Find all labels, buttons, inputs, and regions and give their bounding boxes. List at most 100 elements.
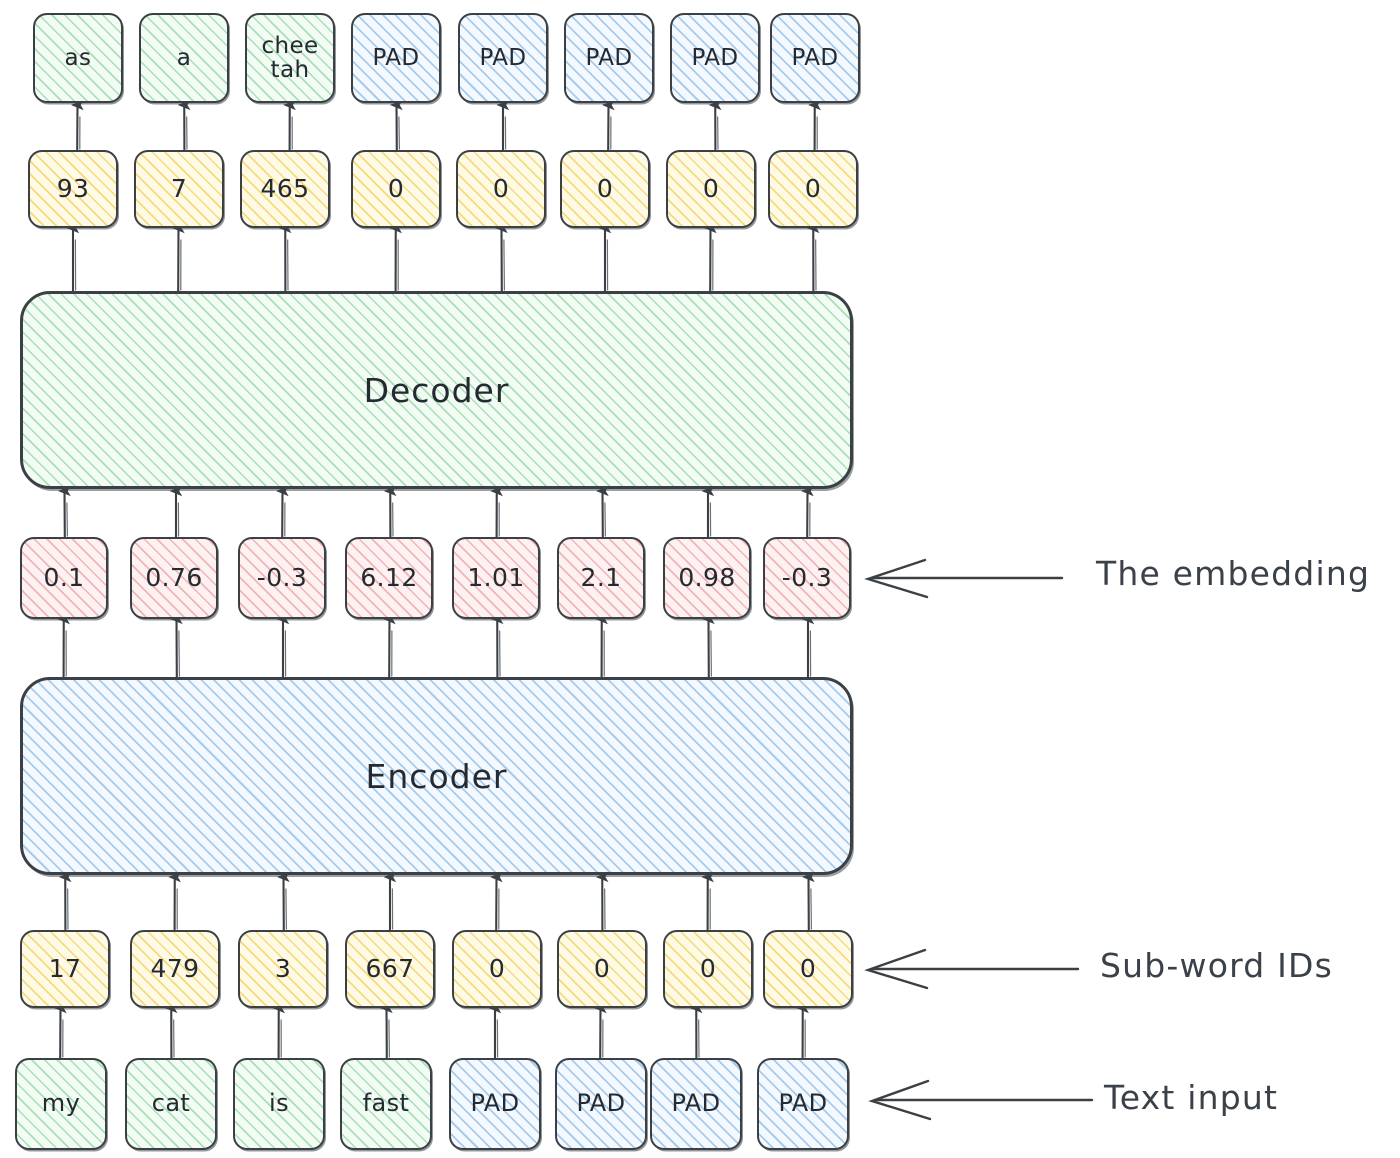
input-id-box[interactable]: 3 <box>238 930 328 1008</box>
flow-arrow-sketch-stroke <box>285 888 287 930</box>
output-id-label: 465 <box>260 173 310 203</box>
text-input-label: cat <box>151 1089 191 1118</box>
input-id-label: 0 <box>593 953 611 983</box>
embedding-value: 1.01 <box>467 562 525 592</box>
embedding-box[interactable]: 1.01 <box>452 537 540 619</box>
text-input-label: PAD <box>778 1089 828 1118</box>
output-id-label: 0 <box>492 173 510 203</box>
embedding-box[interactable]: 0.76 <box>130 537 218 619</box>
embedding-value: -0.3 <box>781 562 833 592</box>
annotation-label-embedding: The embedding <box>1096 554 1371 593</box>
embedding-value: -0.3 <box>256 562 308 592</box>
output-token-label: PAD <box>479 44 527 71</box>
output-token-box[interactable]: PAD <box>564 13 654 103</box>
input-id-box[interactable]: 0 <box>763 930 853 1008</box>
flow-arrow-sketch-stroke <box>604 502 606 537</box>
output-id-label: 7 <box>170 173 188 203</box>
output-id-box[interactable]: 0 <box>456 150 546 228</box>
annotation-arrow-subword-head <box>864 948 929 990</box>
output-token-box[interactable]: chee tah <box>245 13 335 103</box>
embedding-box[interactable]: 0.1 <box>20 537 108 619</box>
text-input-label: PAD <box>470 1089 520 1118</box>
input-id-box[interactable]: 0 <box>452 930 542 1008</box>
input-id-label: 3 <box>274 953 292 983</box>
flow-arrow-sketch-stroke <box>810 888 812 930</box>
output-id-box[interactable]: 7 <box>134 150 224 228</box>
output-token-box[interactable]: a <box>139 13 229 103</box>
output-id-box[interactable]: 0 <box>351 150 441 228</box>
output-id-box[interactable]: 0 <box>768 150 858 228</box>
text-input-box[interactable]: cat <box>125 1058 217 1150</box>
output-id-label: 0 <box>596 173 614 203</box>
output-id-label: 93 <box>56 173 90 203</box>
embedding-value: 2.1 <box>580 562 622 592</box>
diagram-canvas: as a chee tah PAD PAD PAD PAD PAD 93 7 4… <box>0 0 1400 1158</box>
output-token-box[interactable]: as <box>33 13 123 103</box>
input-id-box[interactable]: 667 <box>345 930 435 1008</box>
output-id-box[interactable]: 93 <box>28 150 118 228</box>
text-input-label: PAD <box>576 1089 626 1118</box>
embedding-box[interactable]: 0.98 <box>663 537 751 619</box>
output-token-label: PAD <box>791 44 839 71</box>
output-token-label: PAD <box>372 44 420 71</box>
text-input-label: PAD <box>671 1089 721 1118</box>
input-id-box[interactable]: 17 <box>20 930 110 1008</box>
embedding-box[interactable]: 2.1 <box>557 537 645 619</box>
embedding-box[interactable]: -0.3 <box>763 537 851 619</box>
text-input-box[interactable]: is <box>233 1058 325 1150</box>
annotation-arrow-embedding-head <box>864 558 929 599</box>
encoder-label: Encoder <box>365 756 508 796</box>
text-input-box[interactable]: my <box>15 1058 107 1150</box>
embedding-box[interactable]: -0.3 <box>238 537 326 619</box>
output-id-label: 0 <box>804 173 822 203</box>
input-id-label: 0 <box>799 953 817 983</box>
embedding-box[interactable]: 6.12 <box>345 537 433 619</box>
output-token-label: PAD <box>691 44 739 71</box>
output-id-box[interactable]: 465 <box>240 150 330 228</box>
output-id-box[interactable]: 0 <box>666 150 756 228</box>
output-token-box[interactable]: PAD <box>670 13 760 103</box>
input-id-label: 479 <box>150 953 200 983</box>
text-input-box[interactable]: PAD <box>555 1058 647 1150</box>
output-token-label: a <box>176 44 192 71</box>
flow-arrow-sketch-stroke <box>388 1019 390 1058</box>
annotation-label-text-input: Text input <box>1104 1078 1279 1117</box>
embedding-value: 0.76 <box>145 562 203 592</box>
annotation-label-subword-ids: Sub-word IDs <box>1100 946 1334 985</box>
embedding-value: 0.1 <box>43 562 85 592</box>
embedding-value: 6.12 <box>360 562 418 592</box>
output-token-label: as <box>64 44 92 71</box>
output-token-label: chee tah <box>261 32 319 83</box>
text-input-label: my <box>41 1089 81 1118</box>
output-token-box[interactable]: PAD <box>770 13 860 103</box>
input-id-box[interactable]: 0 <box>663 930 753 1008</box>
text-input-box[interactable]: PAD <box>449 1058 541 1150</box>
text-input-label: fast <box>362 1089 410 1118</box>
annotation-arrow-textinput-head <box>868 1079 932 1121</box>
text-input-box[interactable]: PAD <box>757 1058 849 1150</box>
flow-arrow-sketch-stroke <box>178 630 180 677</box>
text-input-label: is <box>269 1089 289 1118</box>
input-id-label: 0 <box>488 953 506 983</box>
encoder-block[interactable]: Encoder <box>20 677 853 875</box>
text-input-box[interactable]: fast <box>340 1058 432 1150</box>
flow-arrow-sketch-stroke <box>710 630 712 677</box>
output-token-box[interactable]: PAD <box>458 13 548 103</box>
input-id-box[interactable]: 0 <box>557 930 647 1008</box>
embedding-value: 0.98 <box>678 562 736 592</box>
input-id-label: 17 <box>48 953 82 983</box>
flow-arrow-sketch-stroke <box>66 502 68 537</box>
flow-arrow-sketch-stroke <box>398 116 400 150</box>
output-id-label: 0 <box>702 173 720 203</box>
decoder-label: Decoder <box>363 370 510 410</box>
input-id-label: 667 <box>365 953 415 983</box>
output-token-box[interactable]: PAD <box>351 13 441 103</box>
decoder-block[interactable]: Decoder <box>20 291 853 489</box>
output-id-label: 0 <box>387 173 405 203</box>
output-id-box[interactable]: 0 <box>560 150 650 228</box>
output-token-label: PAD <box>585 44 633 71</box>
text-input-box[interactable]: PAD <box>650 1058 742 1150</box>
flow-arrow-sketch-stroke <box>503 239 505 291</box>
input-id-box[interactable]: 479 <box>130 930 220 1008</box>
input-id-label: 0 <box>699 953 717 983</box>
